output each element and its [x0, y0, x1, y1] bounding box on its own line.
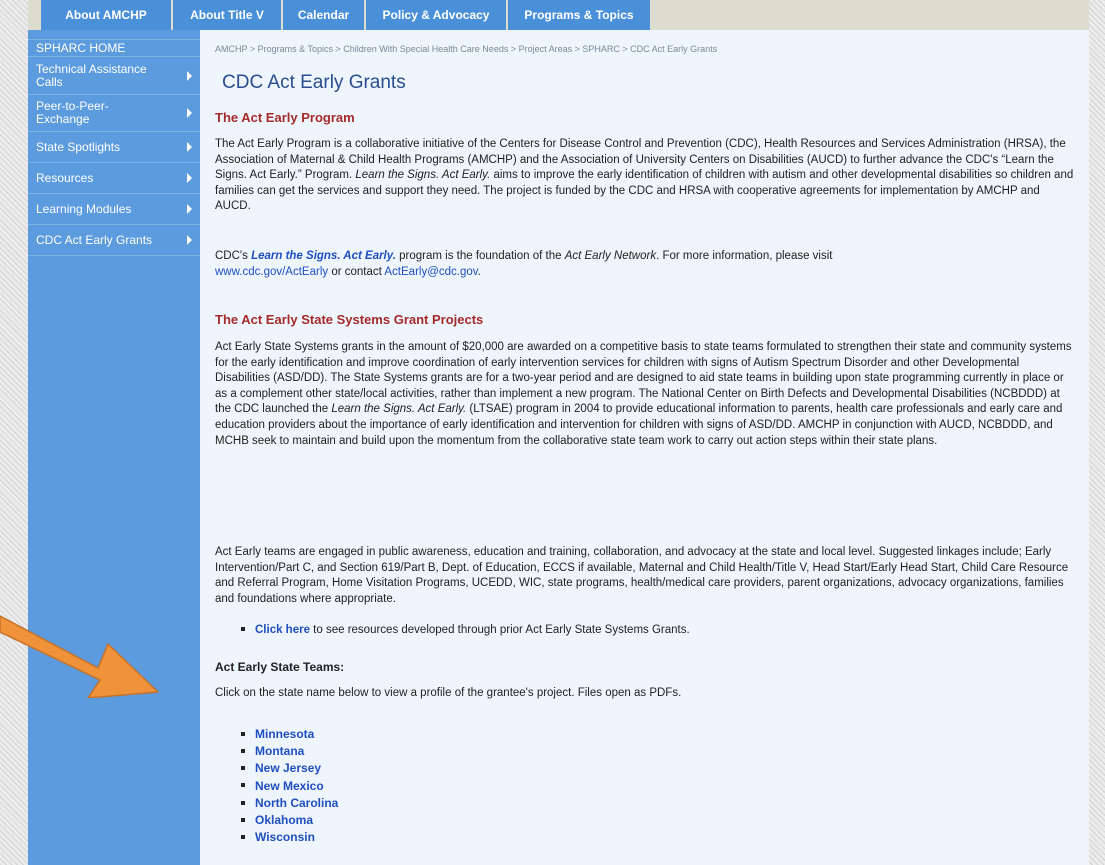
- state-link-new-mexico[interactable]: New Mexico: [255, 779, 324, 793]
- section-heading-act-early-program: The Act Early Program: [215, 110, 355, 125]
- breadcrumb-item[interactable]: SPHARC: [582, 44, 620, 54]
- list-item: New Jersey: [241, 760, 338, 777]
- top-nav-tabs: About AMCHP About Title V Calendar Polic…: [41, 0, 650, 30]
- list-item: Wisconsin: [241, 829, 338, 846]
- breadcrumb-separator: >: [247, 44, 258, 54]
- paragraph-state-systems-grants: Act Early State Systems grants in the am…: [215, 340, 1077, 449]
- state-link-wisconsin[interactable]: Wisconsin: [255, 830, 315, 844]
- orange-arrow-icon: [0, 615, 159, 698]
- paragraph-text: program is the foundation of the: [395, 250, 565, 262]
- paragraph-text: CDC's: [215, 250, 252, 262]
- tab-about-amchp[interactable]: About AMCHP: [41, 0, 171, 30]
- paragraph-emphasis: Learn the Signs. Act Early.: [331, 403, 467, 416]
- sidebar-item-state-spotlights[interactable]: State Spotlights: [28, 132, 200, 163]
- chevron-right-icon: [187, 108, 192, 118]
- sidebar-item-label: State Spotlights: [36, 139, 121, 154]
- chevron-right-icon: [187, 142, 192, 152]
- breadcrumb-item[interactable]: Programs & Topics: [258, 44, 333, 54]
- tab-calendar[interactable]: Calendar: [283, 0, 364, 30]
- click-here-link[interactable]: Click here: [255, 624, 310, 636]
- sidebar-item-label: Learning Modules: [36, 201, 132, 216]
- breadcrumb-separator: >: [508, 44, 519, 54]
- list-item: Minnesota: [241, 726, 338, 743]
- sidebar-item-peer-to-peer-exchange[interactable]: Peer-to-Peer-Exchange: [28, 95, 200, 132]
- breadcrumb-separator: >: [619, 44, 631, 54]
- bullet-icon: [241, 783, 245, 788]
- bullet-icon: [241, 749, 245, 754]
- paragraph-text: . For more information, please visit: [656, 250, 833, 262]
- state-link-new-jersey[interactable]: New Jersey: [255, 761, 321, 775]
- actearly-email-link[interactable]: ActEarly@cdc.gov: [384, 266, 477, 278]
- bullet-icon: [241, 834, 245, 839]
- list-item: Montana: [241, 743, 338, 760]
- paragraph-emphasis: Act Early Network: [564, 250, 657, 262]
- bullet-icon: [241, 731, 245, 736]
- bullet-text: to see resources developed through prior…: [309, 624, 690, 636]
- resources-bullet: Click here to see resources developed th…: [241, 624, 690, 636]
- breadcrumb-separator: >: [332, 44, 344, 54]
- chevron-right-icon: [187, 70, 192, 81]
- breadcrumb-separator: >: [572, 44, 583, 54]
- sidebar-item-resources[interactable]: Resources: [28, 163, 200, 194]
- sidebar-item-label: Resources: [36, 170, 94, 185]
- breadcrumb-item[interactable]: AMCHP: [215, 44, 247, 54]
- sidebar-item-label: Peer-to-Peer-Exchange: [36, 99, 109, 126]
- breadcrumb-current: CDC Act Early Grants: [630, 44, 718, 54]
- bullet-icon: [241, 800, 245, 805]
- sidebar-item-cdc-act-early-grants[interactable]: CDC Act Early Grants: [28, 225, 200, 256]
- state-link-minnesota[interactable]: Minnesota: [255, 727, 314, 741]
- chevron-right-icon: [187, 204, 192, 214]
- sidebar-item-technical-assistance-calls[interactable]: Technical Assistance Calls: [28, 57, 200, 95]
- bullet-icon: [241, 766, 245, 771]
- main-content: AMCHP > Programs & Topics > Children Wit…: [200, 30, 1089, 865]
- tab-policy-advocacy[interactable]: Policy & Advocacy: [366, 0, 506, 30]
- sidebar-item-label: SPHARC HOME: [36, 40, 126, 55]
- sidebar: SPHARC HOME Technical Assistance Calls P…: [28, 30, 200, 865]
- chevron-right-icon: [187, 173, 192, 183]
- sidebar-item-spharc-home[interactable]: SPHARC HOME: [28, 39, 200, 57]
- sidebar-item-label: CDC Act Early Grants: [36, 232, 153, 247]
- state-list: Minnesota Montana New Jersey New Mexico …: [241, 726, 338, 846]
- paragraph-emphasis: Learn the Signs. Act Early.: [355, 169, 491, 182]
- paragraph-act-early-program: The Act Early Program is a collaborative…: [215, 137, 1077, 215]
- paragraph-ltsae-foundation: CDC's Learn the Signs. Act Early. progra…: [215, 249, 1077, 280]
- paragraph-text: or contact: [328, 265, 385, 278]
- tab-about-title-v[interactable]: About Title V: [173, 0, 281, 30]
- sidebar-item-label: Technical Assistance Calls: [36, 61, 147, 89]
- paragraph-text: .: [477, 265, 481, 278]
- cdc-acteearly-url-link[interactable]: www.cdc.gov/ActEarly: [215, 266, 328, 278]
- list-item: Oklahoma: [241, 812, 338, 829]
- teams-intro: Click on the state name below to view a …: [215, 687, 682, 699]
- state-link-oklahoma[interactable]: Oklahoma: [255, 813, 313, 827]
- tab-programs-topics[interactable]: Programs & Topics: [508, 0, 650, 30]
- top-nav-bar: About AMCHP About Title V Calendar Polic…: [28, 0, 1089, 30]
- chevron-right-icon: [187, 235, 192, 245]
- breadcrumb-item[interactable]: Children With Special Health Care Needs: [343, 44, 508, 54]
- state-link-north-carolina[interactable]: North Carolina: [255, 796, 338, 810]
- bullet-icon: [241, 626, 245, 631]
- bullet-icon: [241, 817, 245, 822]
- section-heading-state-systems-grants: The Act Early State Systems Grant Projec…: [215, 312, 484, 327]
- state-link-montana[interactable]: Montana: [255, 744, 304, 758]
- paragraph-act-early-teams: Act Early teams are engaged in public aw…: [215, 546, 1069, 605]
- breadcrumb-item[interactable]: Project Areas: [519, 44, 573, 54]
- teams-heading: Act Early State Teams:: [215, 660, 345, 674]
- page-title: CDC Act Early Grants: [222, 72, 406, 93]
- list-item: North Carolina: [241, 795, 338, 812]
- breadcrumb: AMCHP > Programs & Topics > Children Wit…: [215, 44, 717, 54]
- sidebar-item-learning-modules[interactable]: Learning Modules: [28, 194, 200, 225]
- ltsae-link[interactable]: Learn the Signs. Act Early.: [251, 250, 396, 262]
- list-item: New Mexico: [241, 778, 338, 795]
